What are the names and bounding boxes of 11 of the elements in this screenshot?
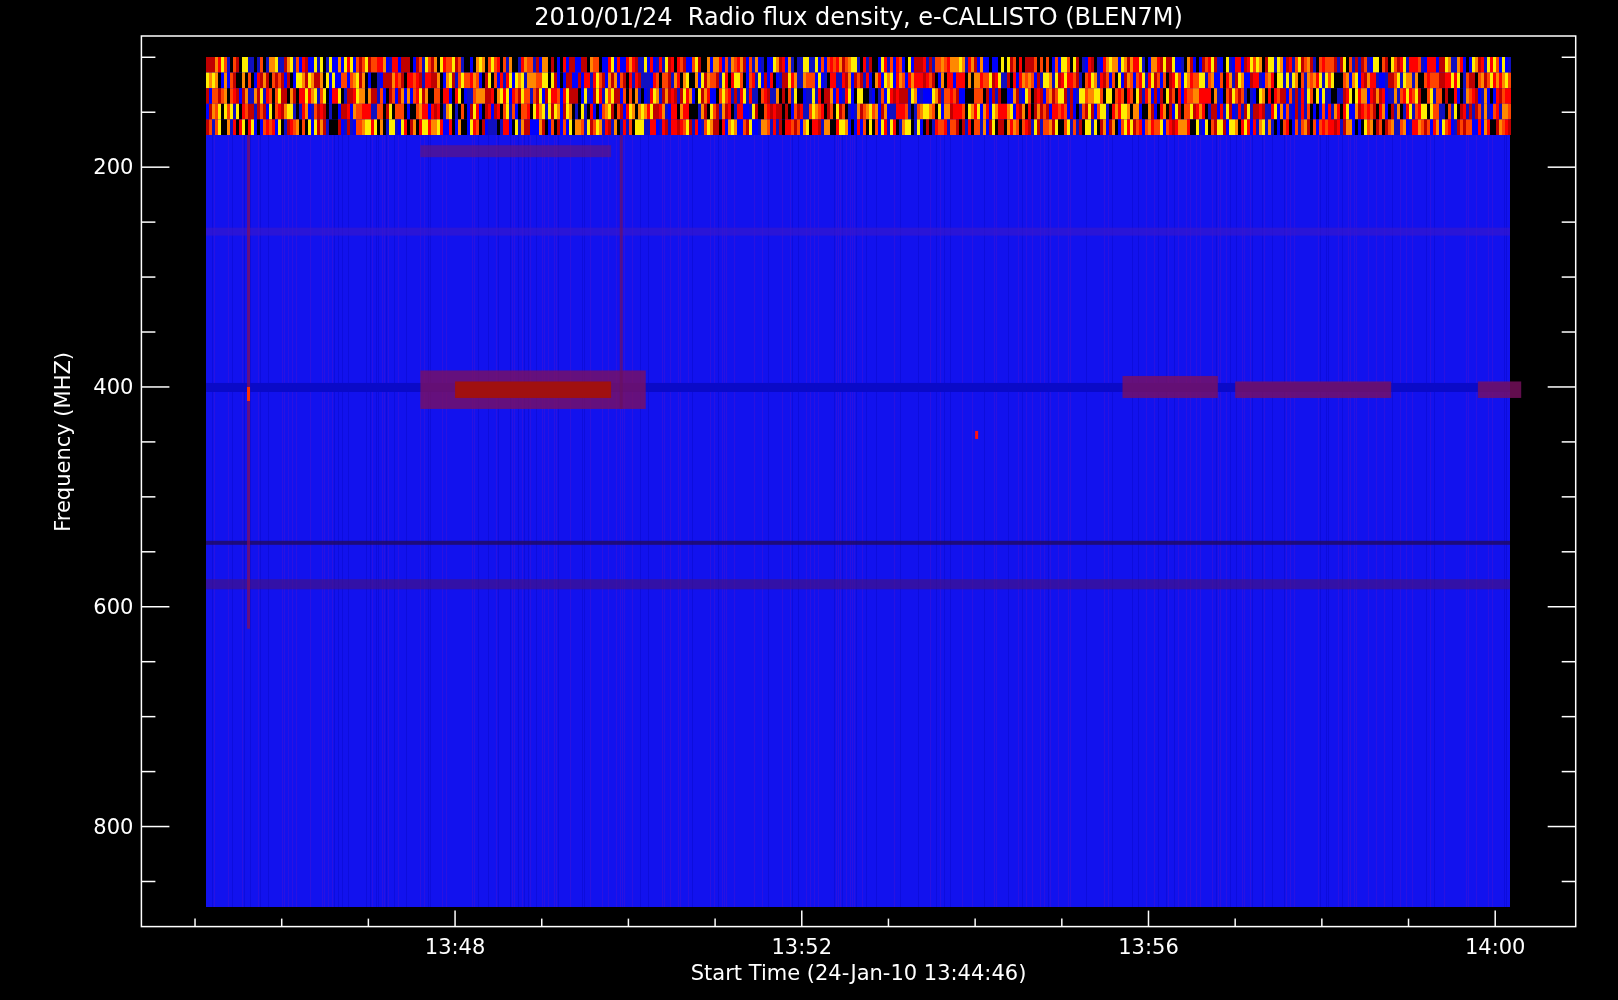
y-axis-label: Frequency (MHZ) <box>51 352 75 532</box>
x-axis-label: Start Time (24-Jan-10 13:44:46) <box>690 961 1027 985</box>
x-tick-label: 13:52 <box>771 935 833 959</box>
x-tick-label: 13:48 <box>424 935 486 959</box>
y-tick-label: 200 <box>93 155 134 180</box>
y-tick-label: 600 <box>93 594 134 619</box>
y-tick-label: 400 <box>93 374 134 399</box>
chart-title: 2010/01/24 Radio flux density, e-CALLISTO (BLEN7M) <box>534 3 1183 31</box>
y-tick-label: 800 <box>93 814 134 839</box>
x-tick-label: 14:00 <box>1464 935 1526 959</box>
x-tick-label: 13:56 <box>1118 935 1179 959</box>
